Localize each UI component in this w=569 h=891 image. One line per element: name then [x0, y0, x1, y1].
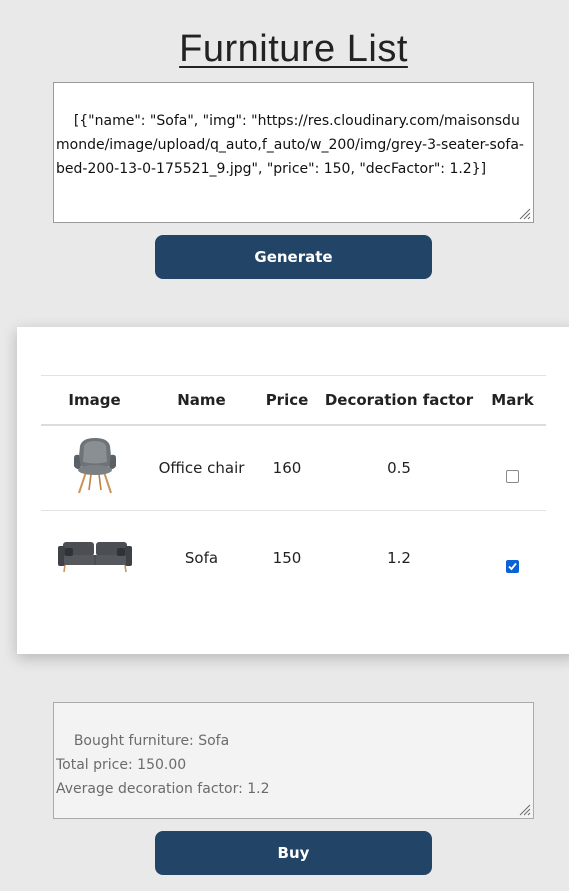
table-row: Sofa 150 1.2 [41, 511, 546, 606]
buy-button[interactable]: Buy [155, 831, 432, 875]
page-title: Furniture List [179, 28, 408, 70]
row-price: 160 [272, 459, 302, 477]
row-decoration-factor: 0.5 [387, 459, 411, 477]
mark-checkbox[interactable] [506, 470, 519, 483]
row-image-cell [41, 511, 148, 606]
furniture-json-input[interactable]: [{"name": "Sofa", "img": "https://res.cl… [53, 82, 534, 223]
header-name: Name [177, 391, 226, 409]
purchase-summary-output[interactable]: Bought furniture: Sofa Total price: 150.… [53, 702, 534, 819]
generate-button[interactable]: Generate [155, 235, 432, 279]
header-mark: Mark [491, 391, 534, 409]
resize-grip-icon[interactable] [517, 802, 531, 816]
row-image-cell [41, 425, 148, 511]
table-header-row: Image Name Price Decoration factor Mark [41, 375, 546, 425]
row-name: Office chair [158, 459, 245, 477]
checkmark-icon [508, 562, 517, 571]
row-mark-cell [479, 511, 546, 606]
purchase-summary-text: Bought furniture: Sofa Total price: 150.… [56, 733, 270, 797]
table-row: Office chair 160 0.5 [41, 425, 546, 511]
furniture-json-input-text: [{"name": "Sofa", "img": "https://res.cl… [56, 113, 524, 177]
furniture-table-card: Image Name Price Decoration factor Mark [17, 327, 569, 654]
header-decoration-factor: Decoration factor [324, 391, 474, 409]
mark-checkbox[interactable] [506, 560, 519, 573]
office-chair-image [73, 438, 116, 494]
sofa-image [57, 542, 132, 573]
row-decoration-factor: 1.2 [387, 549, 411, 567]
resize-grip-icon[interactable] [517, 206, 531, 220]
header-image: Image [68, 391, 121, 409]
furniture-table: Image Name Price Decoration factor Mark [41, 375, 546, 605]
row-name: Sofa [184, 549, 219, 567]
header-price: Price [265, 391, 309, 409]
page: Furniture List [{"name": "Sofa", "img": … [0, 0, 569, 891]
row-price: 150 [272, 549, 302, 567]
row-mark-cell [479, 425, 546, 511]
